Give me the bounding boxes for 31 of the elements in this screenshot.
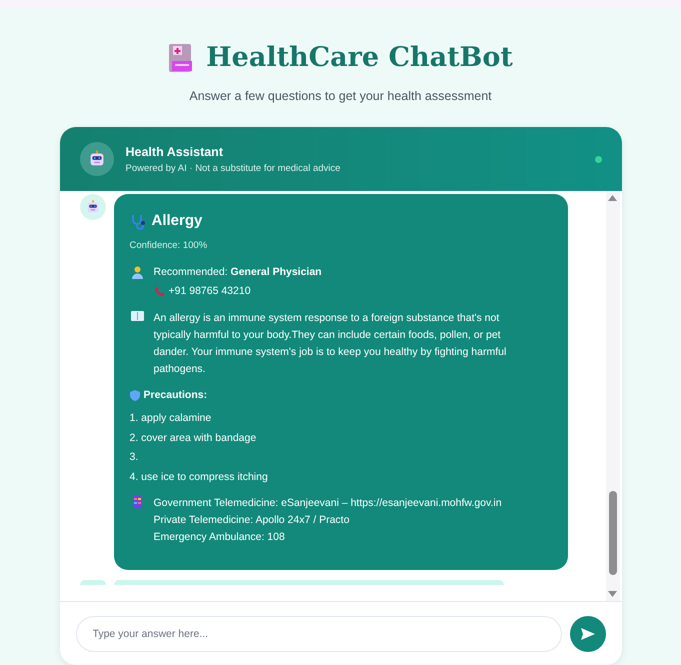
phone-number: +91 98765 43210 (168, 284, 251, 299)
book-icon (131, 310, 144, 320)
send-icon (580, 628, 594, 640)
precaution-item: 3. (130, 450, 140, 466)
scroll-thumb[interactable] (608, 491, 616, 575)
building-icon (133, 496, 142, 508)
person-icon (132, 266, 143, 279)
precaution-item: 4. use ice to compress itching (130, 470, 269, 485)
recommended-doctor: Recommended: General Physician (154, 265, 322, 280)
answer-input[interactable]: Type your answer here... (76, 616, 562, 652)
resource-line: Private Telemedicine: Apollo 24x7 / Practo (154, 513, 350, 528)
stethoscope-icon (130, 214, 148, 230)
confidence-text: Confidence: 100% (130, 238, 208, 253)
next-avatar-edge (80, 580, 106, 586)
send-button[interactable] (570, 616, 606, 652)
precaution-item: 2. cover area with bandage (130, 430, 258, 446)
page-title: HealthCare ChatBot (206, 41, 513, 75)
hospital-icon (168, 43, 194, 74)
assistant-name: Health Assistant (126, 144, 224, 161)
scroll-up-icon (608, 195, 617, 202)
assistant-tagline: Powered by AI · Not a substitute for medical advice (126, 162, 342, 176)
resource-line: Government Telemedicine: eSanjeevani – https://esanjeevani.mohfw.gov.in (154, 496, 502, 512)
condition-description: An allergy is an immune system response to a foreign substance that's not typically harmful to your body.They can include certain foods, pollen, or pet dander. Your immune system's job is to keep you healthy by fighting harmful pathogens. (154, 310, 508, 376)
resource-line: Emergency Ambulance: 108 (154, 530, 286, 546)
phone-icon (154, 286, 164, 298)
precaution-item: 1. apply calamine (130, 411, 212, 426)
scroll-down-icon (608, 591, 617, 597)
shield-icon (130, 390, 140, 401)
precautions-heading: Precautions: (144, 388, 208, 402)
condition-title: Allergy (152, 211, 202, 232)
page-subtitle: Answer a few questions to get your health assessment (189, 88, 492, 105)
